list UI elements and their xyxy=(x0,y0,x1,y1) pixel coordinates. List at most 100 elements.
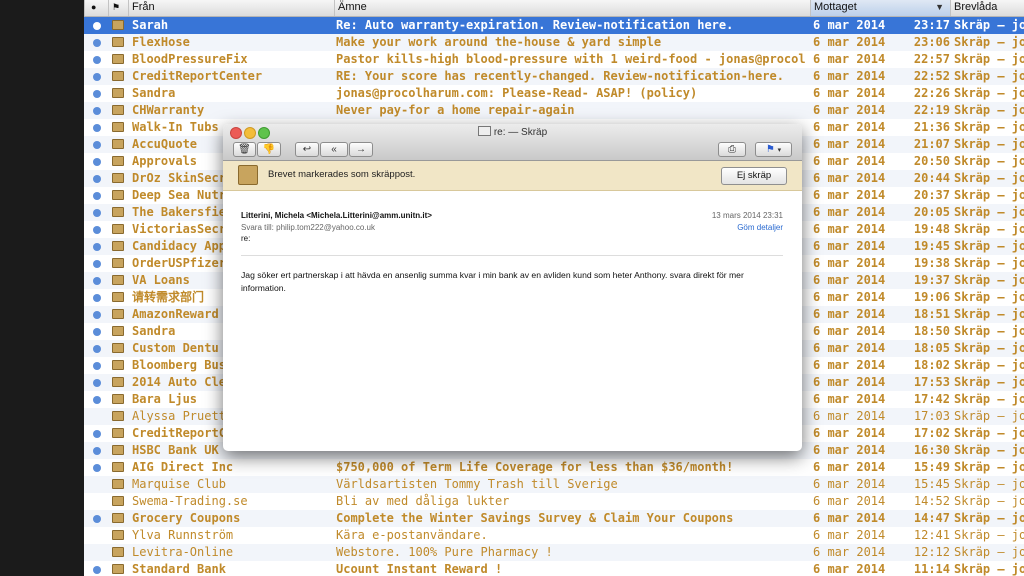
date-cell: 6 mar 2014 xyxy=(813,222,886,236)
unread-indicator xyxy=(93,221,103,239)
hide-details-link[interactable]: Göm detaljer xyxy=(737,223,783,232)
junk-status xyxy=(112,170,126,188)
subject-cell: Re: Auto warranty-expiration. Review-not… xyxy=(336,18,734,32)
time-cell: 21:07 xyxy=(913,137,950,151)
forward-button[interactable]: → xyxy=(349,142,373,157)
window-title: re: — Skräp xyxy=(223,126,802,138)
unread-dot-icon xyxy=(93,242,101,251)
message-subject: re: xyxy=(241,234,251,243)
reply-button[interactable]: ↩ xyxy=(295,142,319,157)
time-cell: 19:45 xyxy=(913,239,950,253)
time-cell: 18:50 xyxy=(913,324,950,338)
trash-icon: 🗑 xyxy=(238,144,251,155)
from-cell: Standard Bank xyxy=(132,562,226,576)
unread-indicator xyxy=(93,374,103,392)
unread-dot-icon xyxy=(93,429,101,438)
junk-status xyxy=(112,425,126,443)
from-cell: AIG Direct Inc xyxy=(132,460,234,474)
date-cell: 6 mar 2014 xyxy=(813,18,886,32)
junk-status xyxy=(112,136,126,154)
header-subject[interactable]: Ämne xyxy=(334,0,810,16)
header-received[interactable]: Mottaget ▼ xyxy=(810,0,950,16)
date-cell: 6 mar 2014 xyxy=(813,35,886,49)
subject-cell: Complete the Winter Savings Survey & Cla… xyxy=(336,511,734,525)
subject-cell: Kära e-postanvändare. xyxy=(336,528,488,542)
unread-dot-icon xyxy=(93,293,101,302)
subject-cell: Pastor kills-high blood-pressure with 1 … xyxy=(336,52,806,66)
junk-mail-icon xyxy=(112,513,124,523)
header-mailbox[interactable]: Brevlåda xyxy=(950,0,1024,16)
time-cell: 14:52 xyxy=(913,494,950,508)
junk-mail-icon xyxy=(112,292,124,302)
mailbox-cell: Skräp – jon xyxy=(954,154,1024,168)
date-cell: 6 mar 2014 xyxy=(813,443,886,457)
table-row[interactable]: BloodPressureFix Pastor kills-high blood-… xyxy=(84,51,1024,68)
forward-icon: → xyxy=(356,144,366,155)
print-button[interactable]: ⎙ xyxy=(718,142,746,157)
table-row[interactable]: Sandra jonas@procolharum.com: Please-Read… xyxy=(84,85,1024,102)
junk-mail-icon xyxy=(112,71,124,81)
junk-status xyxy=(112,289,126,307)
table-row[interactable]: Swema-Trading.se Bli av med dåliga lukter… xyxy=(84,493,1024,510)
table-row[interactable]: Marquise Club Världsartisten Tommy Trash … xyxy=(84,476,1024,493)
junk-button[interactable]: 👎 xyxy=(257,142,281,157)
not-junk-button[interactable]: Ej skräp xyxy=(721,167,787,185)
junk-status xyxy=(112,221,126,239)
junk-status xyxy=(112,391,126,409)
time-cell: 22:19 xyxy=(913,103,950,117)
junk-status xyxy=(112,561,126,576)
flag-button[interactable]: ⚑ ▾ xyxy=(755,142,792,157)
unread-indicator xyxy=(93,34,103,52)
time-cell: 19:37 xyxy=(913,273,950,287)
mailbox-cell: Skräp – jon xyxy=(954,69,1024,83)
unread-dot-icon xyxy=(93,174,101,183)
junk-status xyxy=(112,255,126,273)
time-cell: 12:41 xyxy=(913,528,950,542)
time-cell: 22:26 xyxy=(913,86,950,100)
table-row[interactable]: FlexHose Make your work around the-house … xyxy=(84,34,1024,51)
time-cell: 20:50 xyxy=(913,154,950,168)
unread-dot-icon xyxy=(93,310,101,319)
unread-dot-icon xyxy=(93,276,101,285)
junk-mail-icon xyxy=(112,309,124,319)
junk-status xyxy=(112,527,126,545)
table-row[interactable]: CreditReportCenter RE: Your score has rec… xyxy=(84,68,1024,85)
header-flag-column[interactable]: ⚑ xyxy=(108,0,128,16)
junk-status xyxy=(112,323,126,341)
reply-all-button[interactable]: « xyxy=(320,142,348,157)
window-titlebar[interactable]: re: — Skräp 🗑 👎 ↩ « → ⎙ ⚑ ▾ xyxy=(223,124,802,161)
mailbox-cell: Skräp – jon xyxy=(954,307,1024,321)
unread-indicator xyxy=(93,136,103,154)
reply-to: Svara till: philip.tom222@yahoo.co.uk xyxy=(241,223,375,232)
table-row[interactable]: Standard Bank Ucount Instant Reward ! 6 ma… xyxy=(84,561,1024,576)
date-cell: 6 mar 2014 xyxy=(813,188,886,202)
unread-dot-icon xyxy=(93,208,101,217)
junk-mail-icon xyxy=(112,377,124,387)
delete-button[interactable]: 🗑 xyxy=(233,142,256,157)
mailbox-cell: Skräp – jon xyxy=(954,460,1024,474)
window-title-text: re: — Skräp xyxy=(493,127,548,138)
unread-indicator xyxy=(93,17,103,35)
date-cell: 6 mar 2014 xyxy=(813,460,886,474)
mailbox-cell: Skräp – jon xyxy=(954,52,1024,66)
header-unread-column[interactable]: ● xyxy=(84,0,108,16)
table-row[interactable]: Ylva Runnström Kära e-postanvändare. 6 mar… xyxy=(84,527,1024,544)
table-row[interactable]: CHWarranty Never pay-for a home repair-ag… xyxy=(84,102,1024,119)
time-cell: 18:51 xyxy=(913,307,950,321)
mailbox-cell: Skräp – jon xyxy=(954,239,1024,253)
table-row[interactable]: Sarah Re: Auto warranty-expiration. Revie… xyxy=(84,17,1024,34)
header-from[interactable]: Från xyxy=(128,0,334,16)
table-row[interactable]: Grocery Coupons Complete the Winter Savin… xyxy=(84,510,1024,527)
table-row[interactable]: AIG Direct Inc $750,000 of Term Life Cove… xyxy=(84,459,1024,476)
junk-mail-icon xyxy=(112,275,124,285)
junk-status xyxy=(112,357,126,375)
mailbox-cell: Skräp – jon xyxy=(954,171,1024,185)
message-window[interactable]: re: — Skräp 🗑 👎 ↩ « → ⎙ ⚑ ▾ Brevet marke… xyxy=(223,124,802,451)
junk-status xyxy=(112,544,126,562)
unread-indicator xyxy=(93,357,103,375)
table-row[interactable]: Levitra-Online Webstore. 100% Pure Pharma… xyxy=(84,544,1024,561)
junk-status xyxy=(112,153,126,171)
time-cell: 18:02 xyxy=(913,358,950,372)
unread-dot-icon xyxy=(93,463,101,472)
mailbox-cell: Skräp – jona xyxy=(954,494,1024,508)
